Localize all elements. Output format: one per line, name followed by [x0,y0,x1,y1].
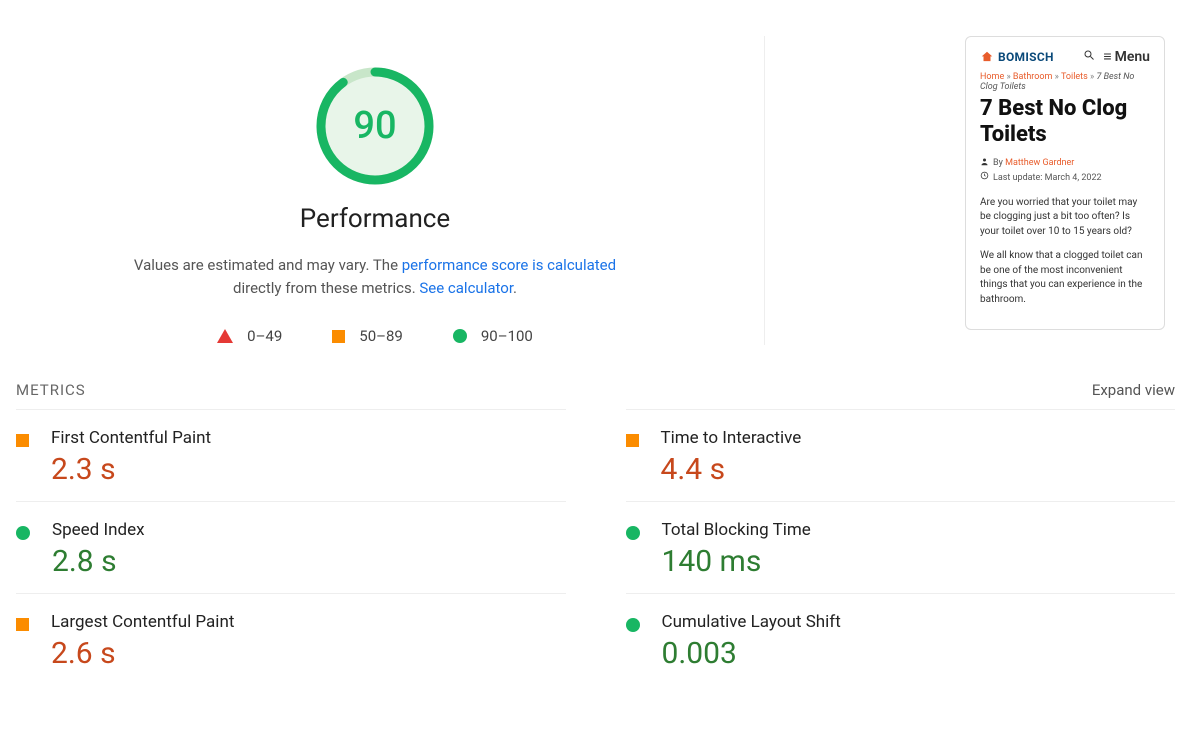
metric-tti-name: Time to Interactive [661,428,802,448]
disclaimer-prefix: Values are estimated and may vary. The [134,256,402,274]
metric-si-value: 2.8 s [52,544,145,579]
circle-green-icon [16,526,30,540]
metric-si: Speed Index 2.8 s [16,501,566,593]
crumb-cat: Bathroom [1013,72,1053,82]
metric-si-name: Speed Index [52,520,145,540]
metric-cls: Cumulative Layout Shift 0.003 [626,593,1176,685]
disclaimer-middle: directly from these metrics. [233,279,419,297]
legend-avg: 50–89 [332,327,403,345]
performance-summary: 90 Performance Values are estimated and … [16,36,765,345]
preview-para1: Are you worried that your toilet may be … [980,196,1150,240]
crumb-home: Home [980,72,1004,82]
preview-brand: BOMISCH [980,50,1054,64]
metric-lcp: Largest Contentful Paint 2.6 s [16,593,566,685]
legend-good: 90–100 [453,327,533,345]
metric-tbt-name: Total Blocking Time [662,520,811,540]
hamburger-menu-icon: ≡Menu [1103,50,1150,64]
metric-tbt-value: 140 ms [662,544,811,579]
preview-author-row: By Matthew Gardner [980,157,1150,172]
triangle-red-icon [217,329,233,343]
preview-breadcrumb: Home » Bathroom » Toilets » 7 Best No Cl… [980,72,1150,92]
metric-lcp-name: Largest Contentful Paint [51,612,234,632]
square-orange-icon [16,434,29,447]
clock-icon [980,171,989,186]
legend-avg-label: 50–89 [359,327,403,345]
score-legend: 0–49 50–89 90–100 [217,327,533,345]
metric-cls-name: Cumulative Layout Shift [662,612,841,632]
square-orange-icon [332,330,345,343]
page-screenshot-preview: BOMISCH ≡Menu Home » Bathroom » Toilets … [965,36,1165,330]
legend-bad-label: 0–49 [247,327,282,345]
preview-para2: We all know that a clogged toilet can be… [980,249,1150,307]
score-gauge: 90 [315,66,435,186]
legend-bad: 0–49 [217,327,282,345]
crumb-sub: Toilets [1061,72,1088,82]
metric-tbt: Total Blocking Time 140 ms [626,501,1176,593]
disclaimer-text: Values are estimated and may vary. The p… [115,254,635,299]
preview-menu-label: Menu [1115,50,1150,64]
score-calc-link[interactable]: performance score is calculated [402,256,616,274]
metric-fcp: First Contentful Paint 2.3 s [16,409,566,501]
square-orange-icon [16,618,29,631]
search-icon [1083,49,1095,64]
person-icon [980,157,989,172]
metric-fcp-name: First Contentful Paint [51,428,211,448]
preview-updated: Last update: March 4, 2022 [993,172,1102,186]
preview-date-row: Last update: March 4, 2022 [980,171,1150,186]
metric-tti-value: 4.4 s [661,452,802,487]
by-label: By [993,158,1005,168]
expand-view-button[interactable]: Expand view [1092,381,1175,399]
legend-good-label: 90–100 [481,327,533,345]
metric-cls-value: 0.003 [662,636,841,671]
circle-green-icon [626,618,640,632]
score-value: 90 [315,66,435,186]
metric-tti: Time to Interactive 4.4 s [626,409,1176,501]
see-calculator-link[interactable]: See calculator [419,279,513,297]
disclaimer-suffix: . [513,279,517,297]
metric-fcp-value: 2.3 s [51,452,211,487]
house-icon [980,50,994,64]
metrics-section-title: METRICS [16,381,86,399]
preview-brand-text: BOMISCH [998,50,1054,64]
preview-author: Matthew Gardner [1005,158,1074,168]
preview-title: 7 Best No Clog Toilets [980,96,1150,149]
circle-green-icon [453,329,467,343]
square-orange-icon [626,434,639,447]
metric-lcp-value: 2.6 s [51,636,234,671]
gauge-label: Performance [300,204,450,234]
circle-green-icon [626,526,640,540]
metrics-grid: First Contentful Paint 2.3 s Time to Int… [16,409,1175,685]
